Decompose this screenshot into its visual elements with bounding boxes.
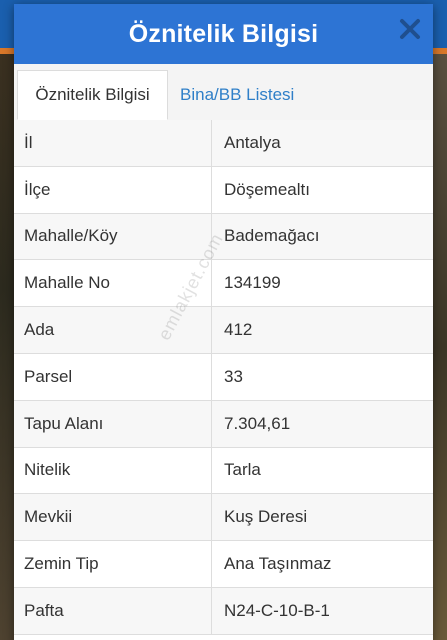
- row-value-mahalle-koy: Bademağacı: [224, 226, 320, 246]
- row-value-parsel: 33: [224, 366, 243, 386]
- attribute-table: İl Antalya İlçe Döşemealtı Mahalle/Köy B…: [14, 120, 433, 635]
- row-key-ilce: İlçe: [14, 166, 212, 213]
- table-row: Mahalle No 134199: [14, 260, 433, 308]
- table-row: Pafta N24-C-10-B-1: [14, 587, 433, 635]
- table-row: Zemin Tip Ana Taşınmaz: [14, 541, 433, 588]
- tab-bar: Öznitelik Bilgisi Bina/BB Listesi: [14, 64, 433, 121]
- row-key-pafta: Pafta: [14, 587, 212, 634]
- table-row: İlçe Döşemealtı: [14, 166, 433, 214]
- row-key-mevkii: Mevkii: [14, 494, 212, 541]
- row-key-il: İl: [14, 120, 212, 166]
- table-row: Mevkii Kuş Deresi: [14, 494, 433, 542]
- row-key-nitelik: Nitelik: [14, 447, 212, 494]
- row-key-ada: Ada: [14, 307, 212, 353]
- dialog-header: Öznitelik Bilgisi: [14, 4, 433, 64]
- tab-building-list[interactable]: Bina/BB Listesi: [180, 70, 294, 120]
- table-row: Ada 412: [14, 307, 433, 354]
- row-key-mahalle-no: Mahalle No: [14, 260, 212, 307]
- row-key-zemin-tip: Zemin Tip: [14, 541, 212, 587]
- table-row: Mahalle/Köy Bademağacı: [14, 213, 433, 261]
- tab-attribute-info[interactable]: Öznitelik Bilgisi: [17, 70, 168, 120]
- row-value-ilce: Döşemealtı: [224, 179, 310, 199]
- table-row: Tapu Alanı 7.304,61: [14, 400, 433, 448]
- row-key-parsel: Parsel: [14, 353, 212, 400]
- dialog-title: Öznitelik Bilgisi: [128, 19, 319, 48]
- row-key-mahalle-koy: Mahalle/Köy: [14, 213, 212, 260]
- row-value-mahalle-no: 134199: [224, 273, 281, 293]
- row-value-ada: 412: [224, 320, 253, 340]
- row-value-nitelik: Tarla: [224, 460, 261, 480]
- row-value-il: Antalya: [224, 132, 281, 152]
- table-row: İl Antalya: [14, 120, 433, 167]
- row-key-tapu-alani: Tapu Alanı: [14, 400, 212, 447]
- row-value-pafta: N24-C-10-B-1: [224, 600, 330, 620]
- table-row: Nitelik Tarla: [14, 447, 433, 495]
- row-value-mevkii: Kuş Deresi: [224, 507, 308, 527]
- close-icon[interactable]: [399, 18, 421, 40]
- table-row: Parsel 33: [14, 353, 433, 401]
- row-value-tapu-alani: 7.304,61: [224, 413, 291, 433]
- attribute-info-dialog: Öznitelik Bilgisi Öznitelik Bilgisi Bina…: [14, 4, 433, 640]
- map-background-right: [433, 54, 447, 640]
- row-value-zemin-tip: Ana Taşınmaz: [224, 554, 332, 574]
